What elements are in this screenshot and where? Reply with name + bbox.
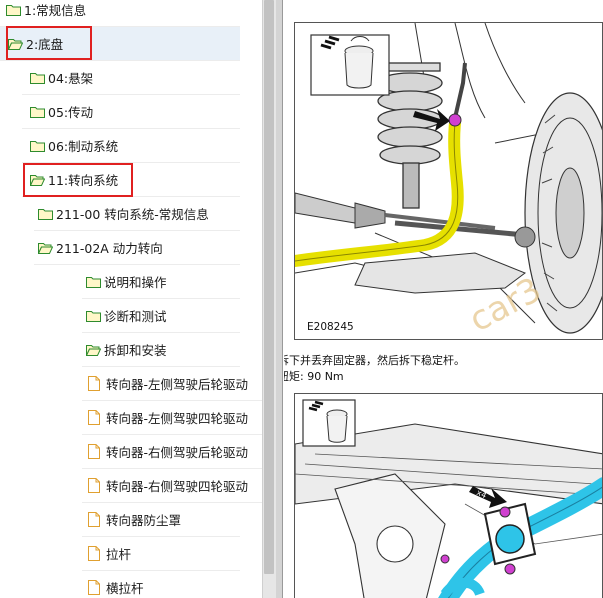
tree-scrollbar-thumb[interactable] bbox=[264, 0, 274, 574]
tree-item-label: 11:转向系统 bbox=[48, 173, 119, 188]
folder-open-icon bbox=[38, 242, 53, 254]
illustration-stabilizer-bar-removal: car3 E208245 bbox=[294, 22, 603, 340]
tree-item-label: 转向器防尘罩 bbox=[106, 513, 182, 528]
folder-open-icon bbox=[86, 344, 101, 356]
tree-item-label: 横拉杆 bbox=[106, 581, 144, 596]
tree-item-steering-gear-rhd-rwd[interactable]: 转向器-右侧驾驶后轮驱动 bbox=[82, 435, 262, 469]
discard-container-icon bbox=[302, 399, 356, 447]
folder-open-icon bbox=[8, 38, 23, 50]
document-icon bbox=[88, 478, 100, 493]
illustration-stabilizer-bar-bracket: x4 bbox=[294, 393, 603, 598]
tree-item-steering-system[interactable]: 11:转向系统 bbox=[22, 163, 240, 197]
tree-item-power-steering[interactable]: 211-02A 动力转向 bbox=[34, 231, 240, 265]
tree-item-label: 拉杆 bbox=[106, 547, 132, 562]
folder-closed-icon bbox=[38, 208, 53, 220]
document-icon bbox=[88, 512, 100, 527]
fastener-marker bbox=[499, 506, 511, 518]
tree-item-diagnosis-testing[interactable]: 诊断和测试 bbox=[82, 299, 240, 333]
document-icon bbox=[88, 410, 100, 425]
tree-item-steering-gear-lhd-rwd[interactable]: 转向器-左侧驾驶后轮驱动 bbox=[82, 367, 262, 401]
tree-item-steering-gear-boot[interactable]: 转向器防尘罩 bbox=[82, 503, 240, 537]
document-icon bbox=[88, 546, 100, 561]
tree-item-general-info[interactable]: 1:常规信息 bbox=[0, 0, 240, 27]
folder-closed-icon bbox=[86, 310, 101, 322]
tree-item-label: 说明和操作 bbox=[104, 275, 167, 290]
tree-item-steering-gear-lhd-awd[interactable]: 转向器-左侧驾驶四轮驱动 bbox=[82, 401, 262, 435]
navigation-tree: 1:常规信息 2:底盘 04:悬架 05:传动 06:制动系统 11:转向系统 … bbox=[0, 0, 262, 598]
folder-open-icon bbox=[30, 174, 45, 186]
tree-item-label: 211-02A 动力转向 bbox=[56, 241, 163, 256]
document-icon bbox=[88, 444, 100, 459]
document-icon bbox=[88, 580, 100, 595]
fastener-marker bbox=[448, 113, 462, 127]
fastener-marker bbox=[504, 563, 516, 575]
instruction-text: 拆下并丢弃固定器，然后拆下稳定杆。 bbox=[284, 354, 465, 367]
folder-closed-icon bbox=[86, 276, 101, 288]
figure-code: E208245 bbox=[307, 321, 354, 333]
tree-item-tie-rod[interactable]: 拉杆 bbox=[82, 537, 240, 571]
pane-splitter[interactable] bbox=[276, 0, 283, 598]
discard-container-icon bbox=[310, 34, 390, 96]
tree-item-label: 转向器-左侧驾驶后轮驱动 bbox=[106, 377, 249, 392]
drive-axle-icon bbox=[295, 192, 496, 230]
folder-closed-icon bbox=[6, 4, 21, 16]
suspension-illustration: car3 bbox=[295, 23, 602, 339]
tree-item-steering-gear-rhd-awd[interactable]: 转向器-右侧驾驶四轮驱动 bbox=[82, 469, 262, 503]
folder-closed-icon bbox=[30, 140, 45, 152]
tree-item-description-operation[interactable]: 说明和操作 bbox=[82, 265, 240, 299]
tree-item-suspension[interactable]: 04:悬架 bbox=[22, 61, 240, 95]
tree-item-label: 06:制动系统 bbox=[48, 139, 119, 154]
tree-item-label: 拆卸和安装 bbox=[104, 343, 167, 358]
tree-item-label: 转向器-左侧驾驶四轮驱动 bbox=[106, 411, 249, 426]
tree-item-tie-rod-end[interactable]: 横拉杆 bbox=[82, 571, 240, 598]
document-view: car3 E208245 拆下并丢弃固定器，然后拆下稳定杆。 扭矩: 90 Nm bbox=[284, 0, 603, 598]
tree-item-steering-general-info[interactable]: 211-00 转向系统-常规信息 bbox=[34, 197, 240, 231]
document-icon bbox=[88, 376, 100, 391]
tree-item-label: 转向器-右侧驾驶四轮驱动 bbox=[106, 479, 249, 494]
tree-item-label: 转向器-右侧驾驶后轮驱动 bbox=[106, 445, 249, 460]
tree-item-chassis[interactable]: 2:底盘 bbox=[0, 27, 240, 61]
tree-item-label: 诊断和测试 bbox=[104, 309, 167, 324]
folder-closed-icon bbox=[30, 72, 45, 84]
tree-item-brake-system[interactable]: 06:制动系统 bbox=[22, 129, 240, 163]
tree-item-label: 1:常规信息 bbox=[24, 3, 87, 18]
fastener-marker bbox=[440, 554, 450, 564]
subframe-illustration: x4 bbox=[295, 399, 602, 598]
tree-item-label: 2:底盘 bbox=[26, 37, 64, 52]
tree-item-removal-installation[interactable]: 拆卸和安装 bbox=[82, 333, 240, 367]
tree-item-label: 211-00 转向系统-常规信息 bbox=[56, 207, 209, 222]
tree-item-label: 04:悬架 bbox=[48, 71, 94, 86]
tree-item-label: 05:传动 bbox=[48, 105, 94, 120]
torque-spec: 扭矩: 90 Nm bbox=[284, 370, 344, 383]
tree-item-driveline[interactable]: 05:传动 bbox=[22, 95, 240, 129]
folder-closed-icon bbox=[30, 106, 45, 118]
